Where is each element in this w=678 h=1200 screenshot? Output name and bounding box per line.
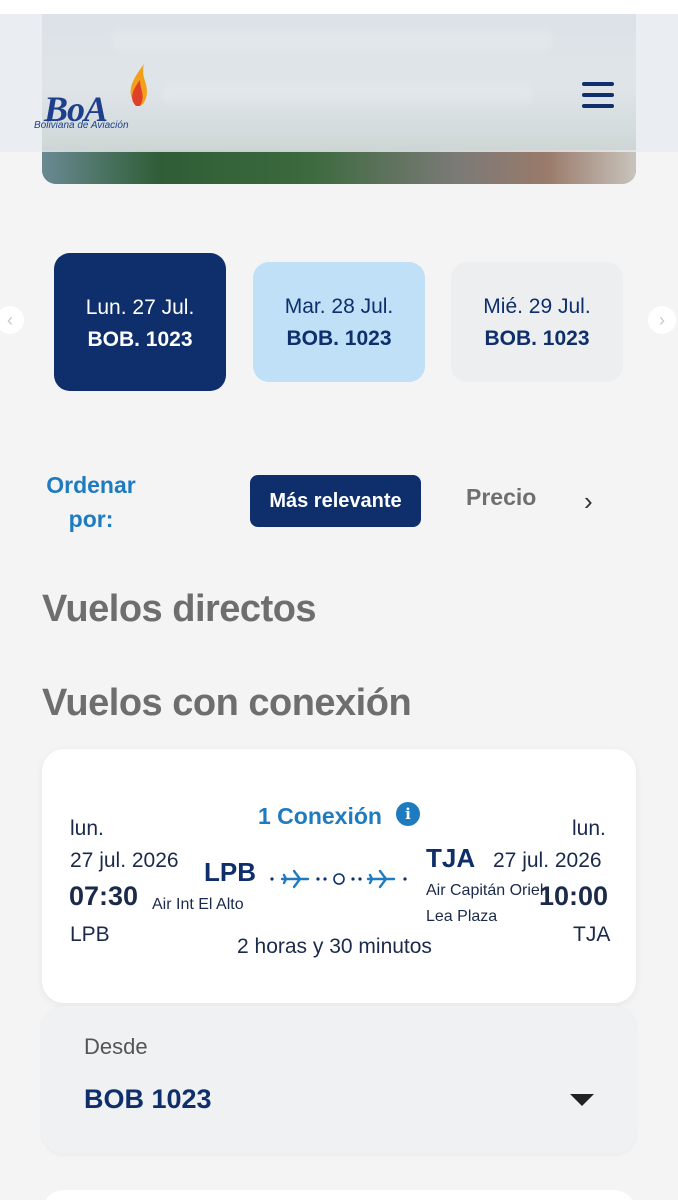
section-direct-flights: Vuelos directos xyxy=(42,588,317,630)
departure-airport: Air Int El Alto xyxy=(152,896,244,913)
connection-count: 1 Conexión xyxy=(258,803,382,829)
departure-weekday: lun. xyxy=(70,817,104,840)
chevron-right-icon[interactable]: › xyxy=(584,484,593,518)
carousel-next-icon[interactable]: › xyxy=(648,306,676,334)
flight-card[interactable]: 1 Conexión i lun. 27 jul. 2026 07:30 LPB… xyxy=(42,749,636,1003)
date-option-day: Lun. 27 Jul. xyxy=(85,296,195,319)
carousel-prev-icon[interactable]: ‹ xyxy=(0,306,24,334)
departure-time: 07:30 xyxy=(69,881,139,911)
sort-option-relevant[interactable]: Más relevante xyxy=(250,475,421,527)
arrival-airport-line1: Air Capitán Oriel xyxy=(426,882,544,899)
next-flight-card[interactable] xyxy=(42,1190,636,1200)
hamburger-menu-icon[interactable] xyxy=(582,82,614,110)
logo-tagline: Boliviana de Aviación xyxy=(34,120,129,131)
date-option-price: BOB. 1023 xyxy=(286,327,392,350)
info-icon[interactable]: i xyxy=(396,802,420,826)
date-option-day: Mié. 29 Jul. xyxy=(483,295,591,318)
caret-down-icon xyxy=(570,1094,594,1106)
sort-label: Ordenar por: xyxy=(46,472,136,532)
departure-code: LPB xyxy=(204,857,256,887)
arrival-code-small: TJA xyxy=(573,923,611,946)
boa-logo[interactable]: BoA Boliviana de Aviación xyxy=(34,58,174,138)
date-option-price: BOB. 1023 xyxy=(87,328,193,351)
date-option-day: Mar. 28 Jul. xyxy=(284,295,394,318)
arrival-code: TJA xyxy=(426,843,476,873)
route-plane-icon xyxy=(270,869,407,889)
fare-select[interactable]: Desde BOB 1023 xyxy=(42,1006,636,1154)
sort-option-price[interactable]: Precio xyxy=(466,484,536,511)
fare-label: Desde xyxy=(84,1034,148,1059)
hero-landscape xyxy=(42,150,636,184)
status-strip xyxy=(0,0,678,14)
arrival-airport-line2: Lea Plaza xyxy=(426,908,498,925)
date-option-selected[interactable]: Lun. 27 Jul. BOB. 1023 xyxy=(54,253,226,391)
flight-duration: 2 horas y 30 minutos xyxy=(237,935,432,958)
departure-code-small: LPB xyxy=(70,923,110,946)
date-option[interactable]: Mié. 29 Jul. BOB. 1023 xyxy=(451,262,623,382)
arrival-date: 27 jul. 2026 xyxy=(493,849,602,872)
date-option[interactable]: Mar. 28 Jul. BOB. 1023 xyxy=(253,262,425,382)
arrival-weekday: lun. xyxy=(572,817,606,840)
section-connecting-flights: Vuelos con conexión xyxy=(42,682,412,724)
date-option-price: BOB. 1023 xyxy=(484,327,590,350)
flame-logo-icon xyxy=(130,64,147,106)
departure-date: 27 jul. 2026 xyxy=(70,849,179,872)
site-header: BoA Boliviana de Aviación xyxy=(0,14,678,152)
arrival-time: 10:00 xyxy=(539,881,609,911)
fare-value: BOB 1023 xyxy=(84,1084,212,1114)
